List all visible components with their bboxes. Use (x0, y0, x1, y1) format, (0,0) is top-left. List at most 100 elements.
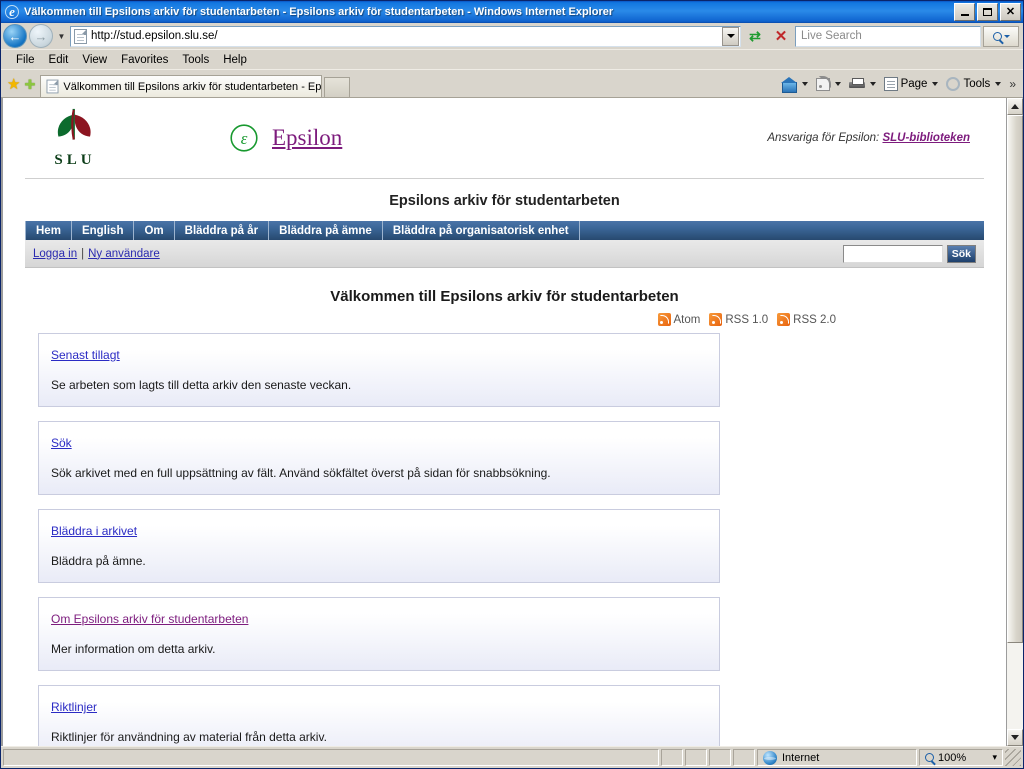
tools-menu-label: Tools (963, 78, 991, 90)
site-search-input[interactable] (842, 244, 943, 263)
feed-link-rss20[interactable]: RSS 2.0 (777, 313, 836, 326)
site-header: SLU ε Epsilon Ansvariga för Epsilon: SLU… (21, 98, 988, 178)
globe-icon (763, 750, 777, 765)
site-navigation: Hem English Om Bläddra på år Bläddra på … (25, 221, 984, 240)
window-controls: ✕ (954, 3, 1021, 21)
back-button[interactable]: ← (3, 24, 27, 48)
card-description: Se arbeten som lagts till detta arkiv de… (51, 378, 352, 392)
triangle-up-icon (1011, 104, 1019, 109)
slu-libraries-link[interactable]: SLU-biblioteken (882, 132, 970, 144)
chevron-down-icon[interactable] (995, 82, 1002, 86)
feeds-button[interactable] (813, 75, 833, 93)
scroll-up-button[interactable] (1007, 98, 1023, 115)
menu-item-tools[interactable]: Tools (175, 52, 216, 68)
slu-wordmark: SLU (54, 152, 96, 168)
address-bar-row: ← → ▼ http://stud.epsilon.slu.se/ ⇄ ✕ Li… (1, 23, 1023, 49)
status-cell-3 (709, 749, 731, 766)
page-scrollbar[interactable] (1006, 98, 1023, 746)
feed-link-atom[interactable]: Atom (657, 313, 701, 326)
status-cell-4 (733, 749, 755, 766)
search-icon (992, 31, 1002, 41)
tab-label: Välkommen till Epsilons arkiv för studen… (63, 80, 323, 93)
zoom-level-cell[interactable]: 100% ▾ (919, 749, 1003, 766)
card-link-sok[interactable]: Sök (51, 436, 72, 450)
feed-links: Atom RSS 1.0 RSS 2.0 (25, 313, 984, 333)
feed-label: Atom (673, 313, 701, 326)
feed-link-rss10[interactable]: RSS 1.0 (709, 313, 768, 326)
add-to-favorites-icon[interactable]: ✚ (24, 78, 35, 91)
refresh-button[interactable]: ⇄ (743, 25, 767, 47)
maximize-button[interactable] (977, 3, 998, 21)
favorites-center-star-icon[interactable]: ★ (7, 77, 20, 92)
minimize-button[interactable] (954, 3, 975, 21)
resize-grip[interactable] (1005, 749, 1021, 766)
site-search: Sök (842, 244, 976, 263)
printer-icon (848, 77, 865, 91)
command-buttons: Page Tools » (778, 75, 1019, 97)
close-button[interactable]: ✕ (1000, 3, 1021, 21)
menu-item-edit[interactable]: Edit (42, 52, 76, 68)
main-content: Välkommen till Epsilons arkiv för studen… (21, 268, 988, 746)
register-link[interactable]: Ny användare (88, 248, 160, 260)
menu-item-view[interactable]: View (75, 52, 114, 68)
card-link-om-epsilons-arkiv[interactable]: Om Epsilons arkiv för studentarbeten (51, 612, 248, 626)
live-search-input[interactable]: Live Search (795, 25, 981, 47)
scrollbar-thumb[interactable] (1007, 115, 1023, 644)
window-title: Välkommen till Epsilons arkiv för studen… (24, 6, 614, 18)
print-button[interactable] (846, 76, 868, 93)
chevron-down-icon[interactable] (932, 82, 939, 86)
address-dropdown-button[interactable] (722, 26, 739, 46)
rss-icon (709, 313, 723, 326)
feed-label: RSS 1.0 (725, 313, 769, 326)
card-link-blaeddra-i-arkivet[interactable]: Bläddra i arkivet (51, 524, 137, 538)
nav-item-om[interactable]: Om (134, 221, 175, 240)
address-url-text: http://stud.epsilon.slu.se/ (91, 30, 218, 42)
scrollbar-track[interactable] (1007, 115, 1023, 729)
security-zone-cell[interactable]: Internet (757, 749, 917, 766)
gear-icon (946, 77, 961, 91)
responsible-label: Ansvariga för Epsilon: (767, 132, 880, 144)
chevron-down-icon[interactable] (834, 82, 841, 86)
site-search-button[interactable]: Sök (946, 244, 976, 263)
menu-item-help[interactable]: Help (216, 52, 254, 68)
browser-window: e Välkommen till Epsilons arkiv för stud… (0, 0, 1024, 769)
overflow-chevron-icon[interactable]: » (1006, 77, 1019, 91)
chevron-down-icon[interactable] (869, 82, 876, 86)
address-input[interactable]: http://stud.epsilon.slu.se/ (70, 25, 741, 47)
login-link[interactable]: Logga in (33, 248, 77, 260)
card-link-riktlinjer[interactable]: Riktlinjer (51, 700, 97, 714)
menu-item-file[interactable]: File (9, 52, 42, 68)
page-icon (74, 28, 87, 44)
slu-logo: SLU (25, 107, 107, 169)
command-bar: ★ ✚ Välkommen till Epsilons arkiv för st… (1, 69, 1023, 97)
menu-item-favorites[interactable]: Favorites (114, 52, 175, 68)
nav-item-browse-org-unit[interactable]: Bläddra på organisatorisk enhet (383, 221, 580, 240)
chevron-down-icon[interactable]: ▾ (992, 752, 997, 763)
card-link-senast-tillagt[interactable]: Senast tillagt (51, 348, 120, 362)
card-description: Riktlinjer för användning av material fr… (51, 730, 327, 744)
epsilon-logo-icon: ε (230, 124, 258, 152)
tab-strip: Välkommen till Epsilons arkiv för studen… (40, 75, 777, 97)
nav-item-browse-year[interactable]: Bläddra på år (175, 221, 270, 240)
search-submit-button[interactable] (983, 25, 1019, 47)
security-zone-label: Internet (782, 751, 820, 764)
epsilon-brand[interactable]: ε Epsilon (229, 123, 342, 153)
nav-item-browse-subject[interactable]: Bläddra på ämne (269, 221, 383, 240)
chevron-down-icon[interactable] (801, 82, 808, 86)
nav-item-hem[interactable]: Hem (25, 221, 72, 240)
scroll-down-button[interactable] (1007, 729, 1023, 746)
home-button[interactable] (778, 75, 800, 93)
forward-button[interactable]: → (29, 24, 53, 48)
list-item: Sök Sök arkivet med en full uppsättning … (38, 421, 720, 495)
new-tab-button[interactable] (324, 77, 351, 97)
tools-menu-button[interactable]: Tools (943, 75, 993, 93)
epsilon-brand-link[interactable]: Epsilon (272, 125, 342, 151)
browser-tab[interactable]: Välkommen till Epsilons arkiv för studen… (40, 75, 323, 97)
svg-text:ε: ε (241, 129, 248, 148)
nav-item-english[interactable]: English (72, 221, 135, 240)
feed-label: RSS 2.0 (793, 313, 836, 326)
stop-button[interactable]: ✕ (769, 25, 793, 47)
list-item: Bläddra i arkivet Bläddra på ämne. (38, 509, 720, 583)
page-menu-button[interactable]: Page (881, 75, 931, 93)
history-dropdown-icon[interactable]: ▼ (55, 32, 68, 41)
